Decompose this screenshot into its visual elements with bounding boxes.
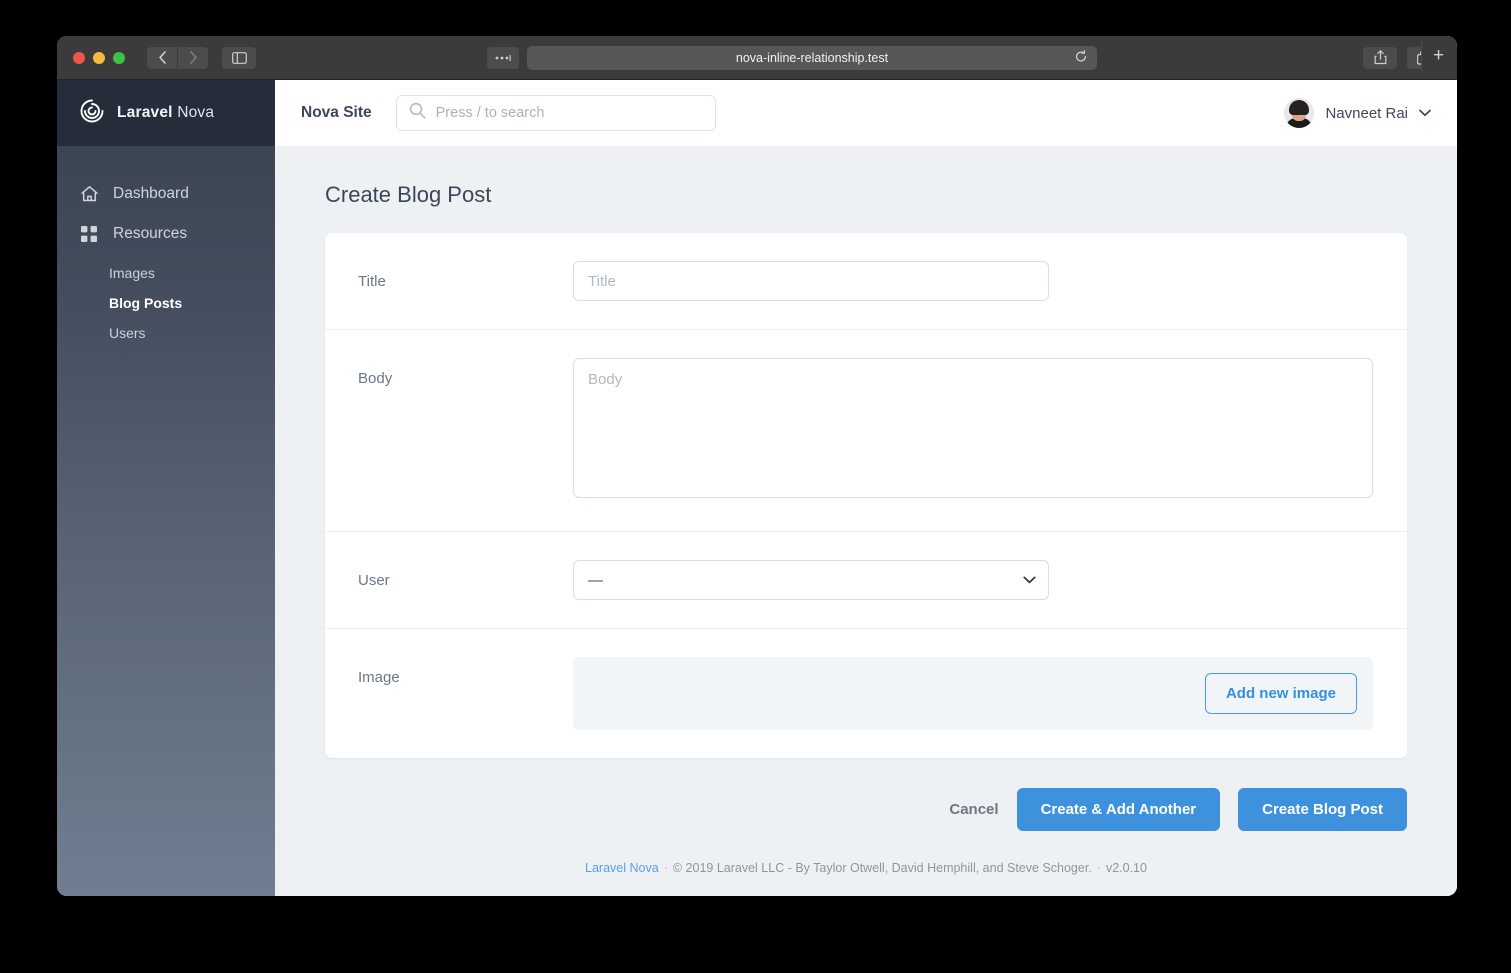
user-select[interactable]: — (573, 560, 1049, 600)
create-and-add-another-button[interactable]: Create & Add Another (1017, 788, 1221, 831)
image-relationship-panel: Add new image (573, 657, 1373, 730)
site-name: Nova Site (301, 104, 372, 122)
field-row-title: Title (325, 233, 1407, 330)
add-new-image-button[interactable]: Add new image (1205, 673, 1357, 714)
field-control: Add new image (573, 657, 1407, 730)
field-label: Body (325, 358, 573, 387)
field-control (573, 261, 1407, 301)
user-menu[interactable]: Navneet Rai (1284, 98, 1431, 128)
field-row-body: Body (325, 330, 1407, 532)
create-form-card: Title Body User (325, 233, 1407, 758)
search-input[interactable]: Press / to search (396, 95, 716, 131)
user-select-wrap: — (573, 560, 1049, 600)
back-icon[interactable] (147, 47, 177, 69)
field-row-image: Image Add new image (325, 629, 1407, 758)
sidebar-item-label: Dashboard (113, 185, 189, 203)
browser-window: nova-inline-relationship.test + (57, 36, 1457, 896)
form-actions: Cancel Create & Add Another Create Blog … (325, 788, 1407, 831)
footer: Laravel Nova · © 2019 Laravel LLC - By Tay… (325, 861, 1407, 875)
resources-list: Images Blog Posts Users (57, 258, 275, 348)
field-label: Title (325, 261, 573, 290)
brand-bold: Laravel (117, 104, 173, 121)
sidebar-item-users[interactable]: Users (57, 318, 275, 348)
field-row-user: User — (325, 532, 1407, 629)
main-area: Nova Site Press / to search Navneet Rai (275, 80, 1457, 896)
search-icon (409, 102, 426, 124)
field-label: User (325, 560, 573, 589)
navigation-buttons (147, 47, 208, 69)
address-bar[interactable]: nova-inline-relationship.test (527, 46, 1097, 70)
chevron-down-icon (1419, 104, 1431, 122)
grid-icon (79, 225, 99, 243)
content-area: Create Blog Post Title Body (275, 146, 1457, 896)
title-input[interactable] (573, 261, 1049, 301)
avatar (1284, 98, 1314, 128)
minimize-window-button[interactable] (93, 52, 105, 64)
titlebar-right-controls: + (1363, 47, 1441, 69)
sidebar-toggle-icon[interactable] (222, 47, 256, 69)
reload-icon[interactable] (1075, 50, 1087, 66)
sidebar: Laravel Nova Dashboard Resources Image (57, 80, 275, 896)
sidebar-item-resources[interactable]: Resources (57, 214, 275, 254)
page-title: Create Blog Post (325, 182, 1407, 208)
extensions-icon[interactable] (487, 47, 519, 69)
create-blog-post-button[interactable]: Create Blog Post (1238, 788, 1407, 831)
footer-copyright: © 2019 Laravel LLC - By Taylor Otwell, D… (673, 861, 1092, 875)
traffic-lights (73, 52, 125, 64)
footer-link[interactable]: Laravel Nova (585, 861, 659, 875)
url-text: nova-inline-relationship.test (736, 51, 888, 65)
footer-separator: · (1097, 861, 1101, 875)
maximize-window-button[interactable] (113, 52, 125, 64)
search-placeholder: Press / to search (436, 105, 545, 121)
new-tab-button[interactable]: + (1421, 41, 1455, 71)
field-control: — (573, 560, 1407, 600)
nova-app: Laravel Nova Dashboard Resources Image (57, 80, 1457, 896)
share-icon[interactable] (1363, 47, 1397, 69)
sidebar-item-images[interactable]: Images (57, 258, 275, 288)
browser-titlebar: nova-inline-relationship.test + (57, 36, 1457, 80)
brand-light: Nova (173, 104, 215, 121)
footer-separator: · (664, 861, 668, 875)
nova-spiral-logo (79, 98, 105, 129)
close-window-button[interactable] (73, 52, 85, 64)
field-control (573, 358, 1407, 503)
sidebar-item-blog-posts[interactable]: Blog Posts (57, 288, 275, 318)
field-label: Image (325, 657, 573, 686)
topbar: Nova Site Press / to search Navneet Rai (275, 80, 1457, 146)
sidebar-item-label: Resources (113, 225, 187, 243)
body-textarea[interactable] (573, 358, 1373, 498)
brand-text: Laravel Nova (117, 104, 214, 122)
home-icon (79, 185, 99, 203)
footer-version: v2.0.10 (1106, 861, 1147, 875)
cancel-button[interactable]: Cancel (949, 801, 998, 818)
sidebar-item-dashboard[interactable]: Dashboard (57, 174, 275, 214)
sidebar-nav: Dashboard Resources Images Blog Posts Us… (57, 146, 275, 348)
forward-icon[interactable] (178, 47, 208, 69)
user-name: Navneet Rai (1325, 105, 1408, 122)
brand-logo[interactable]: Laravel Nova (57, 80, 275, 146)
